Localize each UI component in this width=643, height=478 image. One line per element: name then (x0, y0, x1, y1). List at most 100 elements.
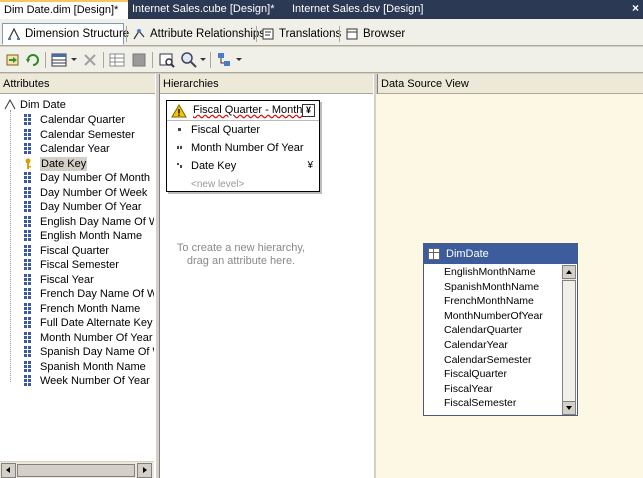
level-two-icon (177, 146, 182, 149)
horizontal-scrollbar[interactable] (0, 461, 154, 478)
hierarchies-header: Hierarchies (160, 74, 373, 94)
show-table-icon[interactable] (50, 51, 68, 69)
process-icon[interactable] (4, 51, 22, 69)
scroll-up-button[interactable] (562, 265, 576, 279)
layout-icon[interactable] (130, 51, 148, 69)
attribute-label: Full Date Alternate Key (40, 317, 153, 329)
table-column[interactable]: FiscalSemester (444, 396, 516, 410)
table-column[interactable]: FrenchMonthName (444, 294, 534, 308)
delete-icon[interactable] (81, 51, 99, 69)
zoom-icon[interactable] (180, 51, 198, 69)
table-column[interactable]: EnglishMonthName (444, 265, 536, 279)
attribute-label: Day Number Of Week (40, 186, 148, 199)
doc-tab-dim-date[interactable]: Dim Date.dim [Design]* × (0, 0, 136, 19)
attribute-label: Calendar Quarter (40, 114, 125, 126)
hierarchy-header[interactable]: Fiscal Quarter - Month ¥ (167, 101, 319, 121)
table-name: DimDate (446, 248, 489, 260)
attribute-label: French Month Name (40, 302, 141, 315)
level-label: Month Number Of Year (191, 142, 304, 154)
level-label: Fiscal Quarter (191, 124, 261, 136)
data-source-view-header: Data Source View (378, 74, 643, 94)
attribute-icon (24, 360, 31, 372)
attribute-label: Spanish Day Name Of Wee (40, 346, 154, 358)
refresh-icon[interactable] (24, 51, 42, 69)
attribute-label: Day Number Of Year (40, 201, 142, 213)
scroll-thumb[interactable] (562, 280, 576, 404)
table-column[interactable]: CalendarYear (444, 338, 508, 352)
dimdate-table[interactable]: DimDate EnglishMonthName SpanishMonthName… (423, 243, 578, 416)
hierarchy-level[interactable]: Month Number Of Year (167, 140, 319, 156)
table-header[interactable]: DimDate (424, 244, 577, 264)
tab-attribute-relationships[interactable]: Attribute Relationships (127, 23, 265, 45)
tab-label: Attribute Relationships (150, 28, 266, 40)
expand-more-icon[interactable]: ¥ (307, 158, 313, 174)
doc-tab-label: Dim Date.dim [Design]* (4, 4, 119, 16)
attribute-icon (24, 375, 31, 386)
toolbar-separator (210, 52, 211, 68)
tree-root-label: Dim Date (20, 99, 66, 111)
scroll-right-icon (143, 467, 147, 473)
hierarchy-box[interactable]: Fiscal Quarter - Month ¥ Fiscal Quarter … (166, 100, 320, 192)
collapse-icon[interactable]: ¥ (302, 104, 315, 117)
table-column[interactable]: FiscalYear (444, 382, 493, 396)
attribute-icon (24, 244, 31, 256)
attribute-relationships-icon (133, 29, 145, 40)
scroll-left-icon (6, 467, 10, 473)
scroll-down-icon (566, 406, 572, 410)
hierarchy-name[interactable]: Fiscal Quarter - Month (193, 104, 302, 116)
tab-dimension-structure[interactable]: Dimension Structure (2, 23, 129, 45)
designer-tab-strip: Dimension Structure Attribute Relationsh… (0, 19, 643, 46)
doc-tab-internet-sales-dsv[interactable]: Internet Sales.dsv [Design] (288, 0, 428, 19)
arrange-tables-icon[interactable] (216, 51, 234, 69)
attribute-icon (24, 215, 31, 227)
close-document-icon[interactable]: × (632, 1, 639, 15)
tree-connector (10, 110, 11, 382)
attribute-label: Fiscal Semester (40, 259, 119, 271)
table-column[interactable]: CalendarQuarter (444, 323, 522, 337)
dropdown-arrow-icon[interactable] (71, 58, 77, 61)
new-level-placeholder[interactable]: <new level> (191, 179, 244, 190)
tab-translations[interactable]: Translations (256, 23, 341, 45)
table-icon (428, 248, 440, 260)
scroll-left-button[interactable] (1, 463, 16, 478)
tab-label: Dimension Structure (25, 28, 130, 40)
key-attribute-icon (25, 158, 31, 169)
tree-root-dim-date[interactable]: Dim Date (4, 98, 66, 112)
scroll-down-button[interactable] (562, 401, 576, 415)
attribute-label: Fiscal Year (40, 273, 94, 286)
scroll-right-button[interactable] (137, 463, 152, 478)
toolbar-separator (152, 52, 153, 68)
table-column[interactable]: SpanishMonthName (444, 280, 539, 294)
attribute-icon (24, 273, 31, 285)
level-one-icon (178, 128, 181, 131)
dimension-icon (4, 98, 16, 110)
attribute-icon (24, 302, 31, 314)
attribute-icon (24, 114, 31, 125)
attribute-icon (24, 288, 31, 299)
table-column[interactable]: CalendarSemester (444, 353, 532, 367)
document-tab-bar: Dim Date.dim [Design]* × Internet Sales.… (0, 0, 643, 19)
table-column[interactable]: MonthNumberOfYear (444, 309, 543, 323)
attribute-label: Fiscal Quarter (40, 244, 110, 257)
warning-icon (171, 104, 187, 118)
toolbar (0, 47, 643, 73)
dimension-structure-icon (8, 27, 20, 40)
hierarchy-level[interactable]: Fiscal Quarter (167, 122, 319, 138)
table-grid-icon[interactable] (108, 51, 126, 69)
dropdown-arrow-icon[interactable] (236, 58, 242, 61)
attribute-icon (24, 172, 31, 183)
attribute-label: Month Number Of Year (40, 331, 153, 344)
vertical-scrollbar[interactable] (562, 265, 576, 415)
attribute-label: Calendar Semester (40, 128, 135, 141)
scroll-thumb[interactable] (17, 464, 135, 477)
doc-tab-internet-sales-cube[interactable]: Internet Sales.cube [Design]* (128, 0, 283, 19)
tab-browser[interactable]: Browser (340, 23, 406, 45)
scroll-up-icon (566, 270, 572, 274)
attribute-label: Spanish Month Name (40, 360, 146, 373)
hierarchy-level[interactable]: Date Key ¥ (167, 158, 319, 174)
table-column[interactable]: FiscalQuarter (444, 367, 507, 381)
toolbar-separator (45, 52, 46, 68)
attribute-label: Date Key (40, 156, 88, 171)
find-table-icon[interactable] (158, 51, 176, 69)
dropdown-arrow-icon[interactable] (200, 58, 206, 61)
